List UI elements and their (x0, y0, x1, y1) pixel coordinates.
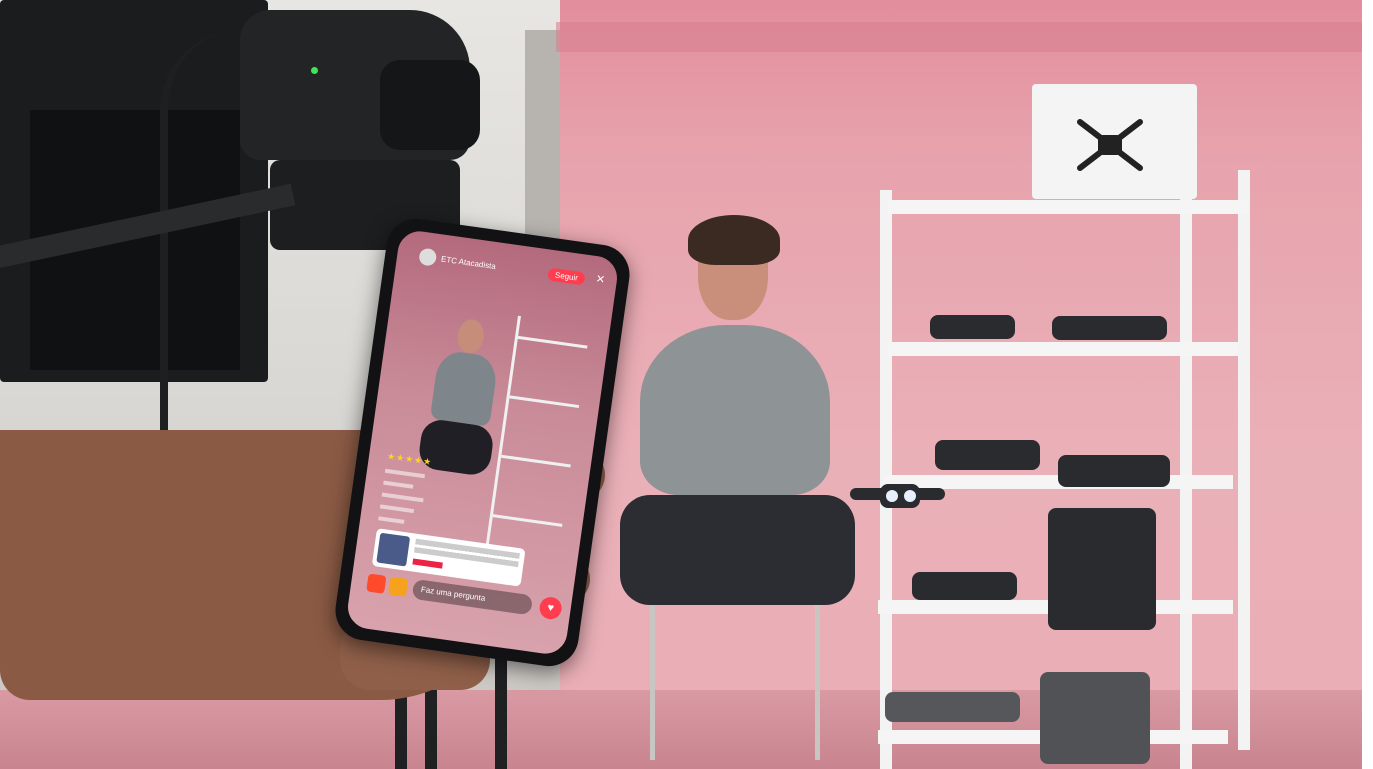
drone-case (1058, 455, 1170, 487)
backdrop-roll (556, 22, 1362, 52)
drone-product (935, 440, 1040, 470)
shelf-post (1238, 170, 1250, 750)
presenter-shirt (640, 325, 830, 495)
photo-scene: ETC Atacadista Seguir ✕ ★★★★★ Faz uma pe… (0, 0, 1362, 769)
chat-comment (383, 480, 414, 489)
image-border (1362, 0, 1373, 769)
drone-icon (1077, 119, 1143, 171)
product-thumbnail (376, 532, 411, 567)
stream-shelf-board (517, 335, 588, 349)
stream-shelf-board (509, 395, 580, 409)
shop-name: ETC Atacadista (440, 254, 497, 272)
drone-backpack (1048, 508, 1156, 630)
drone-product (930, 315, 1015, 339)
stream-presenter-shirt (429, 349, 499, 427)
close-icon[interactable]: ✕ (595, 272, 606, 286)
window-frame (525, 30, 565, 250)
live-shopping-screen: ETC Atacadista Seguir ✕ ★★★★★ Faz uma pe… (345, 228, 620, 657)
drone-case (1052, 316, 1167, 340)
shopping-bag-icon[interactable] (366, 573, 387, 594)
shelf-board (888, 342, 1238, 356)
camera-led-icon (311, 67, 318, 74)
chat-comment (379, 504, 415, 514)
shelf-board (888, 200, 1248, 214)
presenter-pants (620, 495, 855, 605)
stream-presenter-head (455, 317, 486, 355)
product-price (412, 558, 443, 569)
stream-presenter-pants (416, 417, 496, 478)
drone-product (912, 572, 1017, 600)
chat-comment (378, 516, 405, 524)
presenter (620, 215, 860, 715)
coupon-icon[interactable] (387, 576, 409, 597)
flying-drone-icon (850, 484, 945, 508)
heart-icon[interactable]: ♥ (538, 595, 564, 621)
follow-button[interactable]: Seguir (547, 267, 586, 286)
drone-case (1040, 672, 1150, 764)
stream-shelf-board (492, 514, 563, 527)
presenter-hair (688, 215, 780, 265)
drone-product (885, 692, 1020, 722)
stream-shelf-board (501, 454, 571, 468)
ask-question-label: Faz uma pergunta (420, 584, 486, 603)
camera-lens (380, 60, 480, 150)
shop-avatar[interactable] (418, 247, 438, 267)
